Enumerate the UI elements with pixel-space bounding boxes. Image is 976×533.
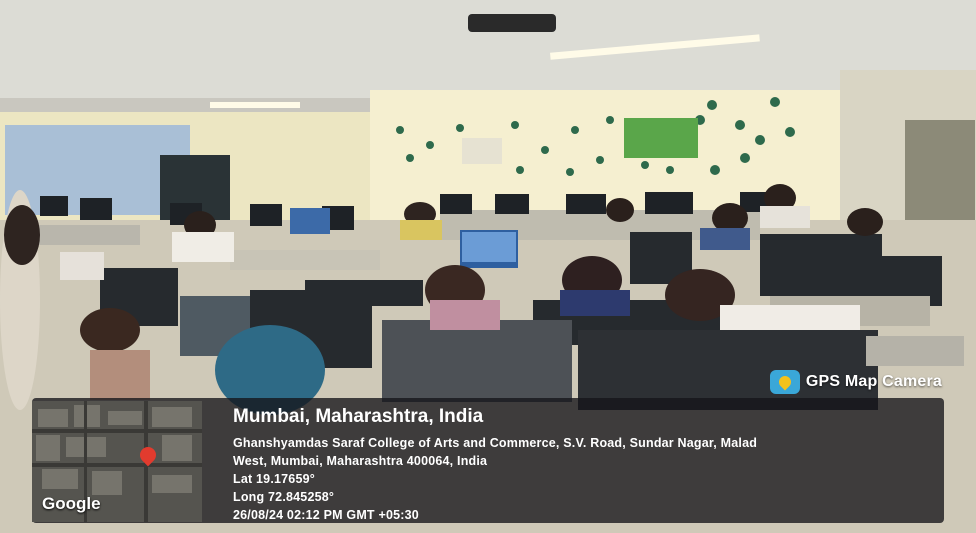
address-line-1: Ghanshyamdas Saraf College of Arts and C…: [233, 436, 758, 450]
address-line-2: West, Mumbai, Maharashtra 400064, India: [233, 454, 488, 468]
longitude: Long 72.845258°: [233, 490, 335, 504]
latitude: Lat 19.17659°: [233, 472, 315, 486]
timestamp: 26/08/24 02:12 PM GMT +05:30: [233, 508, 419, 522]
brand-name: GPS Map Camera: [805, 373, 942, 390]
projector: [468, 14, 556, 32]
map-brand-label: Google: [42, 494, 101, 513]
wall-poster: [624, 118, 698, 158]
location-info: Mumbai, Maharashtra, India Ghanshyamdas …: [233, 406, 757, 524]
map-pin-camera-icon: [769, 370, 800, 394]
map-thumbnail: Google: [32, 401, 202, 522]
city-title: Mumbai, Maharashtra, India: [233, 406, 484, 427]
gps-map-camera-brand: GPS Map Camera: [769, 370, 942, 394]
